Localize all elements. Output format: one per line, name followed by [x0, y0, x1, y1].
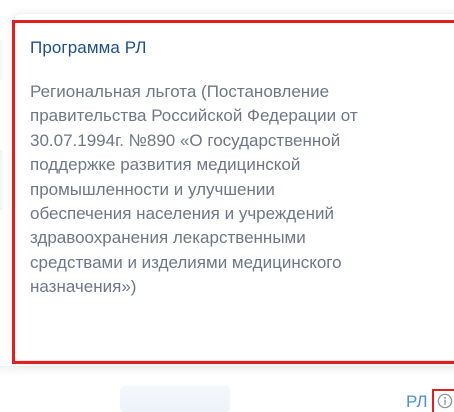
- info-circle-icon[interactable]: [432, 389, 454, 412]
- info-circle-icon-glyph: [437, 393, 453, 409]
- tooltip-shadow: [0, 366, 454, 376]
- background-card-edge: [0, 150, 4, 210]
- screen: Программа РЛ Региональная льгота (Постан…: [0, 0, 454, 412]
- tooltip-highlight-frame: [12, 20, 454, 364]
- background-card-edge: [0, 40, 6, 80]
- program-value-label: РЛ: [406, 392, 428, 411]
- blurred-field-value: [120, 386, 230, 412]
